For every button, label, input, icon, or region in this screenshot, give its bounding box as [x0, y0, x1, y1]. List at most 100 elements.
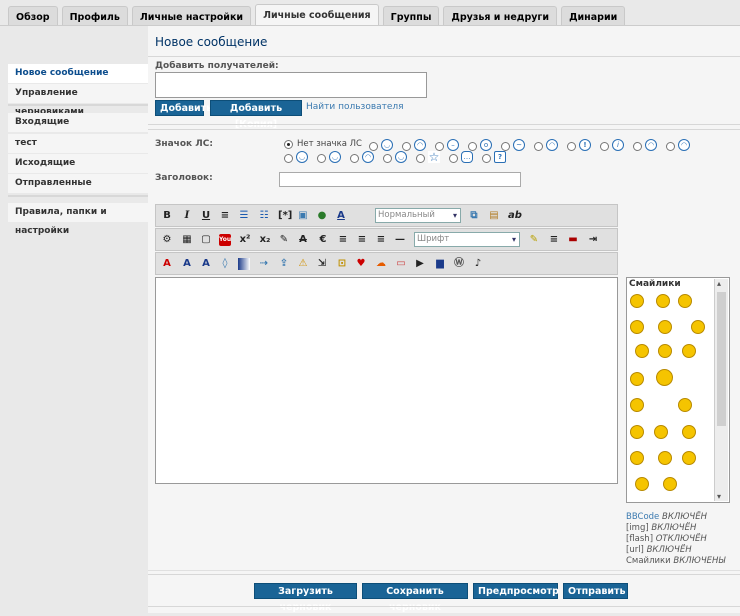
- sidebar-item-inbox[interactable]: Входящие: [8, 113, 148, 132]
- gradient-icon[interactable]: [238, 258, 250, 270]
- font-size-select[interactable]: Нормальный ▾: [375, 208, 461, 223]
- sidebar-item-sent[interactable]: Отправленные: [8, 174, 148, 193]
- smiley-icon[interactable]: [654, 425, 668, 439]
- tab-friends-foes[interactable]: Друзья и недруги: [443, 6, 558, 26]
- bold-icon[interactable]: B: [161, 210, 173, 222]
- recipients-input[interactable]: [155, 72, 427, 98]
- status-bbcode-label[interactable]: BBCode: [626, 512, 659, 522]
- smiley-icon[interactable]: [691, 320, 705, 334]
- tab-private-messages[interactable]: Личные сообщения: [255, 4, 379, 27]
- icon-radio[interactable]: [402, 142, 411, 151]
- smilies-scrollbar[interactable]: ▴ ▾: [714, 279, 728, 501]
- preview-button[interactable]: Предпросмотр: [473, 583, 559, 599]
- bullet-list-icon[interactable]: ☰: [238, 210, 250, 222]
- warning-icon[interactable]: ⚠: [297, 258, 309, 270]
- underline-icon[interactable]: U: [200, 210, 212, 222]
- tab-profile[interactable]: Профиль: [61, 6, 128, 26]
- marker-icon[interactable]: ✎: [528, 234, 540, 246]
- icon-radio[interactable]: [317, 154, 326, 163]
- icon-radio[interactable]: [350, 154, 359, 163]
- superscript-icon[interactable]: x²: [239, 234, 251, 246]
- align-right-icon[interactable]: ≡: [375, 234, 387, 246]
- lock-icon[interactable]: ⊡: [336, 258, 348, 270]
- icon-radio-none[interactable]: [284, 140, 293, 149]
- move-icon[interactable]: ⇢: [258, 258, 270, 270]
- blur-text-icon[interactable]: A: [200, 258, 212, 270]
- icon-radio[interactable]: [534, 142, 543, 151]
- scroll-up-icon[interactable]: ▴: [717, 279, 721, 288]
- smiley-icon[interactable]: [630, 451, 644, 465]
- smiley-icon[interactable]: [630, 320, 644, 334]
- icon-radio[interactable]: [482, 154, 491, 163]
- highlight-icon[interactable]: ✎: [278, 234, 290, 246]
- smiley-icon[interactable]: [682, 344, 696, 358]
- sidebar-item-outbox[interactable]: Исходящие: [8, 154, 148, 173]
- sidebar-item-new-message[interactable]: Новое сообщение: [8, 64, 148, 83]
- smiley-icon[interactable]: [630, 372, 644, 386]
- align-left-icon[interactable]: ≡: [337, 234, 349, 246]
- subscript-icon[interactable]: x₂: [259, 234, 271, 246]
- submit-button[interactable]: Отправить: [563, 583, 628, 599]
- drop-icon[interactable]: ◊: [219, 258, 231, 270]
- image-icon[interactable]: ▣: [297, 210, 309, 222]
- upload-icon[interactable]: ⇪: [278, 258, 290, 270]
- font-family-select[interactable]: Шрифт ▾: [414, 232, 520, 247]
- find-user-link[interactable]: Найти пользователя: [306, 102, 404, 112]
- euro-icon[interactable]: €: [317, 234, 329, 246]
- copy-icon[interactable]: ⧉: [468, 210, 480, 222]
- frame-icon[interactable]: ▢: [200, 234, 212, 246]
- subject-input[interactable]: [279, 172, 521, 187]
- indent-icon[interactable]: ⇥: [587, 234, 599, 246]
- smiley-icon[interactable]: [678, 398, 692, 412]
- sidebar-item-drafts[interactable]: Управление черновиками: [8, 84, 148, 117]
- tab-dinars[interactable]: Динарии: [561, 6, 626, 26]
- italic-icon[interactable]: I: [181, 210, 193, 222]
- add-recipient-button[interactable]: Добавить: [155, 100, 212, 116]
- icon-radio[interactable]: [369, 142, 378, 151]
- tab-overview[interactable]: Обзор: [8, 6, 58, 26]
- scrollbar-thumb[interactable]: [717, 292, 726, 426]
- smiley-icon[interactable]: [656, 294, 670, 308]
- enter-icon[interactable]: ⇲: [316, 258, 328, 270]
- photo-icon[interactable]: ▆: [434, 258, 446, 270]
- icon-radio[interactable]: [449, 154, 458, 163]
- sidebar-item-rules[interactable]: Правила, папки и настройки: [8, 203, 148, 236]
- paste-icon[interactable]: ▤: [488, 210, 500, 222]
- sidebar-item-test[interactable]: тест: [8, 134, 148, 153]
- numbered-list-icon[interactable]: ☷: [258, 210, 270, 222]
- wordpress-icon[interactable]: Ⓦ: [453, 258, 465, 270]
- smiley-icon[interactable]: [678, 294, 692, 308]
- smiley-icon[interactable]: [630, 294, 644, 308]
- icon-radio[interactable]: [501, 142, 510, 151]
- icon-radio[interactable]: [567, 142, 576, 151]
- tab-groups[interactable]: Группы: [382, 6, 440, 26]
- play-icon[interactable]: ▶: [414, 258, 426, 270]
- smiley-icon[interactable]: [682, 425, 696, 439]
- spoiler-icon[interactable]: ⚙: [161, 234, 173, 246]
- shadow-text-icon[interactable]: A: [161, 258, 173, 270]
- smiley-icon[interactable]: [656, 369, 673, 386]
- smiley-icon[interactable]: [658, 344, 672, 358]
- smiley-icon[interactable]: [630, 425, 644, 439]
- align-center-icon[interactable]: ≡: [356, 234, 368, 246]
- youtube-icon[interactable]: You: [219, 234, 231, 246]
- icon-radio[interactable]: [383, 154, 392, 163]
- smiley-icon[interactable]: [630, 398, 644, 412]
- scroll-down-icon[interactable]: ▾: [717, 492, 721, 501]
- indent-list-icon[interactable]: ≡: [219, 210, 231, 222]
- soundcloud-icon[interactable]: ☁: [375, 258, 387, 270]
- icon-radio[interactable]: [600, 142, 609, 151]
- flag-icon[interactable]: ▬: [567, 234, 579, 246]
- link-icon[interactable]: ●: [316, 210, 328, 222]
- add-copy-button[interactable]: Добавить [Копия]: [210, 100, 302, 130]
- remove-format-icon[interactable]: ab: [508, 210, 522, 222]
- icon-radio[interactable]: [416, 154, 425, 163]
- smiley-icon[interactable]: [635, 344, 649, 358]
- video-icon[interactable]: ▭: [395, 258, 407, 270]
- justify-icon[interactable]: ≡: [548, 234, 560, 246]
- smiley-icon[interactable]: [635, 477, 649, 491]
- message-body-textarea[interactable]: [155, 277, 618, 484]
- list-item-icon[interactable]: [*]: [278, 210, 292, 222]
- smiley-icon[interactable]: [658, 320, 672, 334]
- text-color-icon[interactable]: A: [335, 210, 347, 222]
